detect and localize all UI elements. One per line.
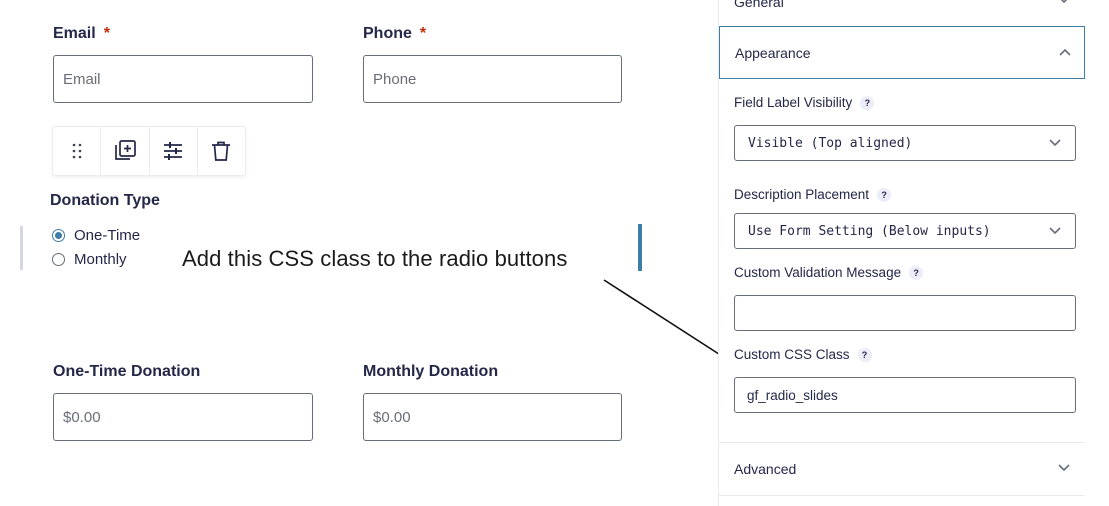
appearance-panel-title: Appearance	[735, 45, 811, 61]
one-time-donation-label: One-Time Donation	[53, 363, 201, 380]
description-placement-text: Description Placement	[734, 187, 870, 202]
help-icon[interactable]: ?	[909, 265, 924, 280]
field-label-visibility-text: Field Label Visibility	[734, 95, 853, 110]
field-label-visibility-label: Field Label Visibility ?	[734, 95, 875, 110]
custom-validation-message-label: Custom Validation Message ?	[734, 265, 924, 280]
chevron-down-icon	[1049, 139, 1061, 147]
chevron-up-icon	[1059, 48, 1071, 56]
help-icon[interactable]: ?	[860, 95, 875, 110]
advanced-panel-header[interactable]: Advanced	[719, 442, 1085, 496]
description-placement-select[interactable]: Use Form Setting (Below inputs)	[734, 213, 1076, 249]
monthly-donation-field[interactable]	[363, 393, 622, 441]
custom-css-class-label: Custom CSS Class ?	[734, 347, 872, 362]
custom-validation-message-input[interactable]	[734, 295, 1076, 331]
general-panel-title: General	[734, 0, 784, 10]
chevron-down-icon	[1058, 464, 1070, 472]
advanced-panel-title: Advanced	[734, 461, 797, 477]
description-placement-label: Description Placement ?	[734, 187, 892, 202]
appearance-panel-header[interactable]: Appearance	[719, 26, 1085, 79]
one-time-donation-field[interactable]	[53, 393, 313, 441]
general-panel-header[interactable]: General	[719, 0, 1085, 27]
custom-css-class-input[interactable]	[734, 377, 1076, 413]
help-icon[interactable]: ?	[877, 187, 892, 202]
field-settings-sidebar: General Appearance Field Label Visibilit…	[718, 0, 1086, 506]
chevron-down-icon	[1060, 0, 1068, 4]
custom-css-class-text: Custom CSS Class	[734, 347, 850, 362]
custom-validation-message-text: Custom Validation Message	[734, 265, 902, 280]
monthly-donation-label: Monthly Donation	[363, 363, 499, 380]
field-label-visibility-select[interactable]: Visible (Top aligned)	[734, 125, 1076, 161]
chevron-down-icon	[1049, 227, 1061, 235]
description-placement-value: Use Form Setting (Below inputs)	[748, 223, 991, 239]
field-label-visibility-value: Visible (Top aligned)	[748, 135, 913, 151]
help-icon[interactable]: ?	[857, 347, 872, 362]
